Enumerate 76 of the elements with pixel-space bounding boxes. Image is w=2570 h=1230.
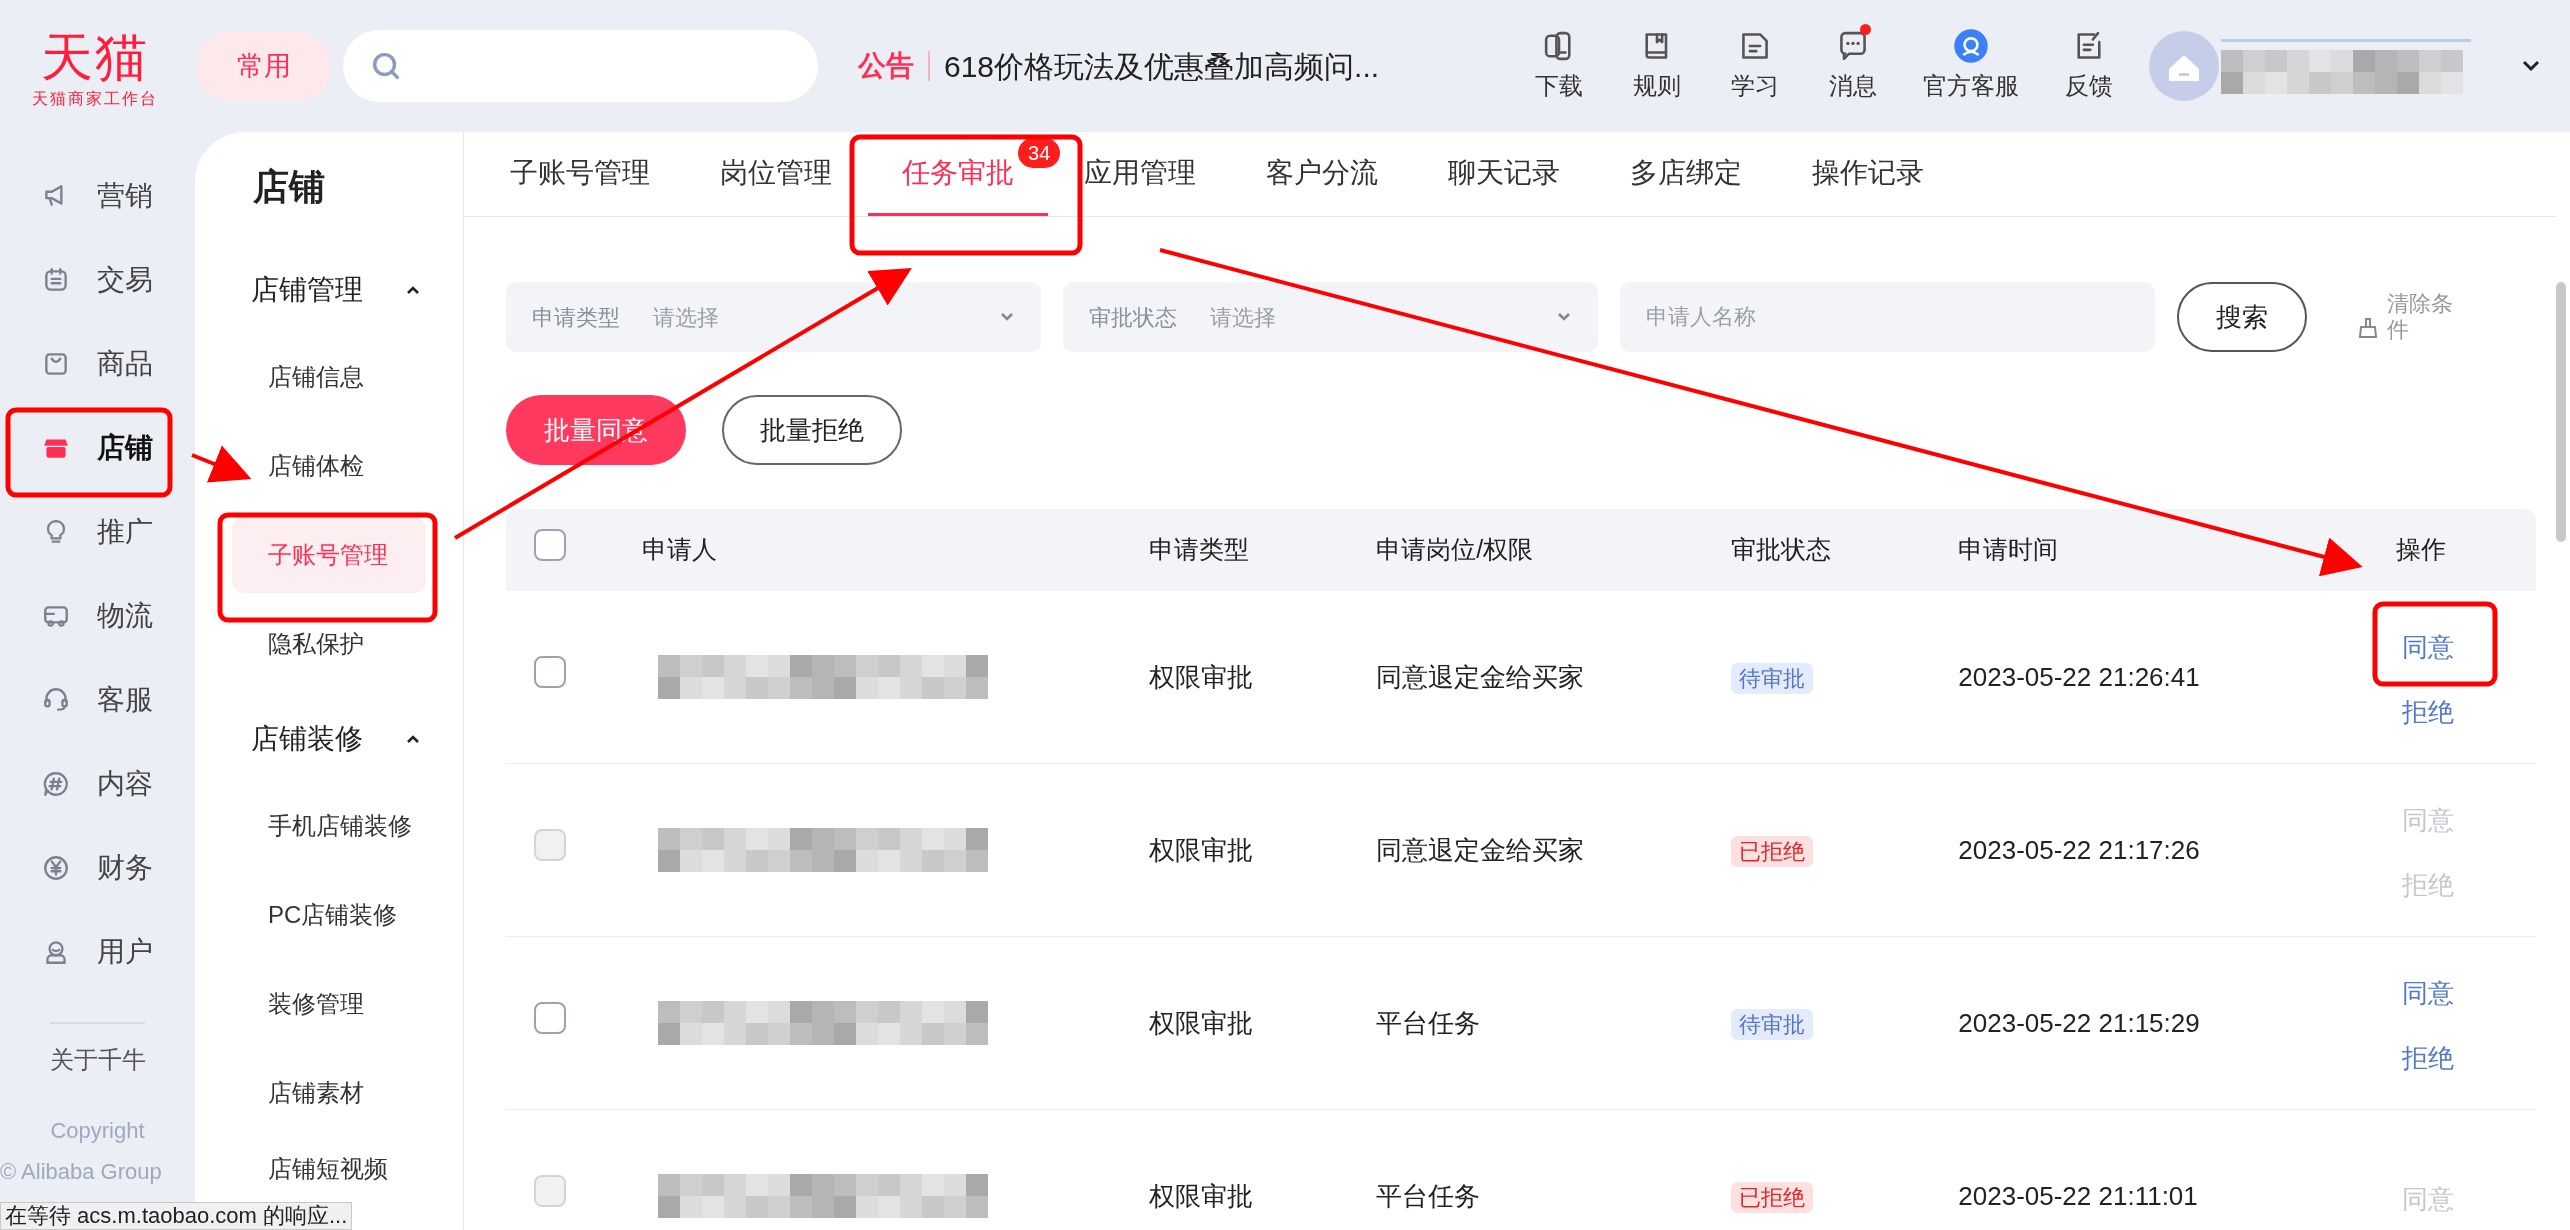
nav-item[interactable]: 交易 — [12, 238, 183, 322]
toolbar-button[interactable]: 消息 — [1813, 28, 1894, 104]
nav-item[interactable]: 客服 — [12, 658, 183, 742]
status-tag: 已拒绝 — [1731, 1181, 1814, 1213]
sidebar-title: 店铺 — [252, 166, 326, 208]
annotation-arrow — [191, 445, 252, 483]
row-checkbox[interactable] — [534, 528, 567, 561]
broom-icon — [2357, 317, 2380, 339]
table-cell-text: 2023-05-22 21:11:01 — [1958, 1179, 2199, 1213]
table-cell-text: 平台任务 — [1376, 1006, 1482, 1040]
company-text: © Alibaba Group — [0, 1158, 162, 1186]
batch-button[interactable]: 批量拒绝 — [722, 395, 903, 465]
chevron-down-icon — [999, 311, 1016, 323]
sidebar-item[interactable]: 店铺素材 — [232, 1055, 427, 1131]
sidebar-group[interactable]: 店铺管理 — [195, 246, 464, 334]
about-link[interactable]: 关于千牛 — [49, 1042, 146, 1078]
table-cell-text: 平台任务 — [1376, 1179, 1482, 1213]
nav-item[interactable]: 财务 — [12, 826, 183, 910]
tab[interactable]: 多店绑定 — [1596, 132, 1777, 216]
row-checkbox[interactable] — [534, 655, 567, 688]
nav-item[interactable]: 推广 — [12, 490, 183, 574]
chevron-down-icon[interactable] — [2521, 59, 2542, 73]
notice-label: 公告 — [858, 49, 914, 83]
approve-link[interactable]: 同意 — [2402, 628, 2455, 667]
sidebar-group[interactable]: 店铺装修 — [195, 695, 464, 783]
nav-item[interactable]: 内容 — [12, 742, 183, 826]
tab[interactable]: 岗位管理 — [686, 132, 867, 216]
toolbar-button[interactable]: 学习 — [1715, 28, 1796, 104]
table-cell-text: 同意退定金给买家 — [1376, 660, 1586, 694]
browser-status-bar: 在等待 acs.m.taobao.com 的响应... — [0, 1202, 353, 1230]
nav-item[interactable]: 营销 — [12, 154, 183, 238]
scrollbar-thumb[interactable] — [2556, 282, 2567, 542]
nav-item[interactable]: 用户 — [12, 910, 183, 994]
search-button[interactable]: 搜索 — [2177, 282, 2308, 352]
table-cell-text: 2023-05-22 21:15:29 — [1958, 1006, 2201, 1040]
table-cell-text: 同意退定金给买家 — [1376, 833, 1586, 867]
applicant-name-field[interactable]: 申请人名称 — [1620, 282, 2156, 352]
sidebar-item[interactable]: 店铺信息 — [232, 339, 427, 415]
nav-item[interactable]: 物流 — [12, 574, 183, 658]
status-tag: 待审批 — [1731, 662, 1814, 694]
sidebar-item[interactable]: 店铺短视频 — [232, 1144, 427, 1194]
nav-item[interactable]: 商品 — [12, 322, 183, 406]
notice-text[interactable]: 618价格玩法及优惠叠加高频问... — [944, 43, 1380, 89]
sidebar-item[interactable]: 店铺体检 — [232, 428, 427, 504]
tab[interactable]: 客户分流 — [1232, 132, 1413, 216]
sidebar-item[interactable]: 装修管理 — [232, 966, 427, 1042]
status-tag: 已拒绝 — [1731, 835, 1814, 867]
sidebar-item[interactable]: PC店铺装修 — [232, 877, 427, 953]
tab[interactable]: 子账号管理 — [476, 132, 685, 216]
logo-subtitle: 天猫商家工作台 — [32, 89, 158, 109]
chevron-down-icon — [1556, 311, 1573, 323]
table-cell-text: 权限审批 — [1149, 660, 1255, 694]
table-cell-text: 权限审批 — [1149, 1006, 1255, 1040]
row-checkbox[interactable] — [534, 1001, 567, 1034]
sidebar-item[interactable]: 隐私保护 — [232, 606, 427, 682]
table-cell-text: 权限审批 — [1149, 1179, 1255, 1213]
avatar-icon[interactable] — [2149, 31, 2220, 101]
table-cell-text: 2023-05-22 21:26:41 — [1958, 660, 2201, 694]
reject-link[interactable]: 拒绝 — [2402, 693, 2455, 732]
tab[interactable]: 聊天记录 — [1414, 132, 1595, 216]
toolbar-button[interactable]: 官方客服 — [1911, 28, 2032, 104]
copyright-text: Copyright — [50, 1117, 145, 1145]
table-cell-text: 2023-05-22 21:17:26 — [1958, 833, 2201, 867]
table-header: 申请人 申请类型 申请岗位/权限 审批状态 申请时间 操作 — [506, 509, 2537, 591]
status-tag: 待审批 — [1731, 1008, 1814, 1040]
headset-icon — [1953, 28, 1990, 64]
approve-link[interactable]: 同意 — [2402, 974, 2455, 1013]
sidebar-item[interactable]: 手机店铺装修 — [232, 788, 427, 864]
toolbar-button[interactable]: 下载 — [1519, 28, 1600, 104]
count-badge: 34 — [1018, 138, 1061, 168]
reject-link[interactable]: 拒绝 — [2402, 1039, 2455, 1078]
tab[interactable]: 操作记录 — [1778, 132, 1959, 216]
toolbar-button[interactable]: 规则 — [1617, 28, 1698, 104]
toolbar-button[interactable]: 反馈 — [2049, 28, 2130, 104]
table-cell-text: 权限审批 — [1149, 833, 1255, 867]
nav-item[interactable]: 店铺 — [12, 406, 183, 490]
